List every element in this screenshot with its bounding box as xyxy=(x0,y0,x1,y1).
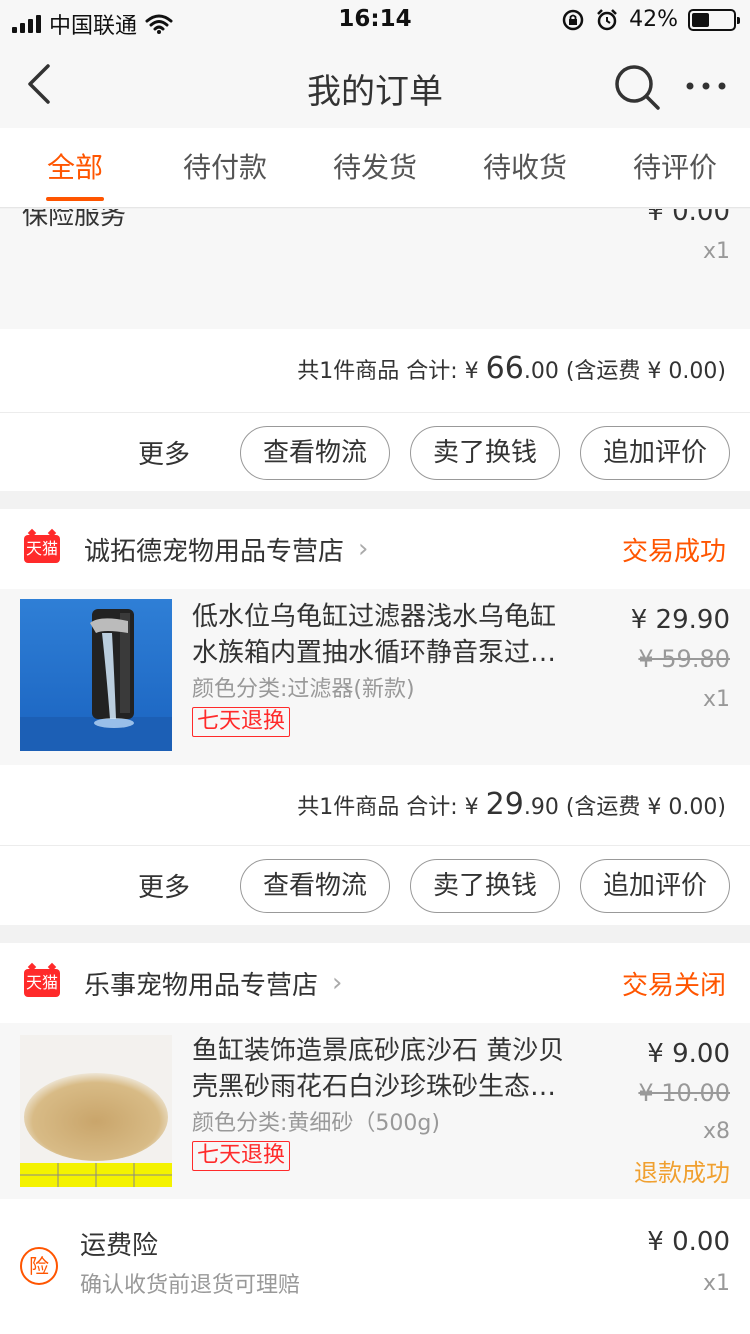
shipping-insurance[interactable]: 险 运费险 确认收货前退货可理赔 ¥ 0.00 x1 xyxy=(0,1199,750,1334)
summary-total-int: 66 xyxy=(485,351,524,386)
chevron-right-icon: › xyxy=(332,968,343,998)
insurance-price: ¥ 0.00 xyxy=(647,1227,730,1257)
order-actions: 更多 查看物流 卖了换钱 追加评价 xyxy=(0,412,750,492)
shop-header[interactable]: 天猫 乐事宠物用品专营店 › 交易关闭 xyxy=(0,943,750,1023)
summary-shipping: (含运费 ¥ 0.00) xyxy=(558,795,726,820)
more-icon[interactable] xyxy=(680,68,732,104)
item-qty: x8 xyxy=(702,1119,730,1144)
sell-button[interactable]: 卖了换钱 xyxy=(409,858,560,913)
summary-total-int: 29 xyxy=(485,787,524,822)
order-tabs: 全部 待付款 待发货 待收货 待评价 xyxy=(0,128,750,208)
chevron-right-icon: › xyxy=(358,534,369,564)
order-card: 天猫 乐事宠物用品专营店 › 交易关闭 鱼缸装饰造景底砂底沙石 黄沙贝壳黑砂雨花… xyxy=(0,943,750,1334)
product-image-filter xyxy=(20,599,172,751)
tmall-icon: 天猫 xyxy=(24,969,60,997)
tmall-icon: 天猫 xyxy=(24,535,60,563)
order-summary: 共1件商品 合计: ¥ 66.00 (含运费 ¥ 0.00) xyxy=(0,329,750,412)
order-status: 交易关闭 xyxy=(621,970,726,1001)
tab-pending-review[interactable]: 待评价 xyxy=(600,128,750,207)
partial-item-price: ¥ 0.00 xyxy=(647,209,730,227)
order-card: 天猫 诚拓德宠物用品专营店 › 交易成功 低水位乌龟缸过滤器浅水乌龟缸水族箱内置… xyxy=(0,509,750,925)
add-review-button[interactable]: 追加评价 xyxy=(579,858,730,913)
more-button[interactable]: 更多 xyxy=(138,434,190,471)
search-icon[interactable] xyxy=(612,62,662,112)
item-original-price: ¥ 59.80 xyxy=(638,645,730,673)
shop-name: 诚拓德宠物用品专营店 xyxy=(84,536,345,567)
sell-button[interactable]: 卖了换钱 xyxy=(409,425,560,480)
seven-day-return-tag: 七天退换 xyxy=(192,707,291,737)
order-card: 共1件商品 合计: ¥ 66.00 (含运费 ¥ 0.00) 更多 查看物流 卖… xyxy=(0,329,750,491)
summary-prefix: 共1件商品 合计: ¥ xyxy=(297,795,486,820)
summary-prefix: 共1件商品 合计: ¥ xyxy=(297,359,486,384)
item-price: ¥ 29.90 xyxy=(630,605,730,635)
order-status: 交易成功 xyxy=(621,536,726,567)
item-original-price: ¥ 10.00 xyxy=(638,1079,730,1107)
partial-item[interactable]: 保险服务 ¥ 0.00 x1 xyxy=(0,209,750,329)
partial-item-name: 保险服务 xyxy=(22,209,127,231)
battery-icon xyxy=(688,8,740,31)
item-title: 低水位乌龟缸过滤器浅水乌龟缸水族箱内置抽水循环静音泵过… xyxy=(192,602,557,668)
shop-header[interactable]: 天猫 诚拓德宠物用品专营店 › 交易成功 xyxy=(0,509,750,589)
item-title: 鱼缸装饰造景底砂底沙石 黄沙贝壳黑砂雨花石白沙珍珠砂生态… xyxy=(192,1036,565,1102)
order-summary: 共1件商品 合计: ¥ 29.90 (含运费 ¥ 0.00) xyxy=(0,765,750,848)
tab-pending-receipt[interactable]: 待收货 xyxy=(450,128,600,207)
insurance-desc: 确认收货前退货可理赔 xyxy=(80,1273,301,1298)
battery-percent: 42% xyxy=(629,7,678,32)
item-spec: 颜色分类:黄细砂（500g) xyxy=(192,1111,440,1136)
insurance-icon: 险 xyxy=(20,1247,58,1285)
item-spec: 颜色分类:过滤器(新款) xyxy=(192,677,415,702)
tab-pending-shipment[interactable]: 待发货 xyxy=(300,128,450,207)
insurance-title: 运费险 xyxy=(80,1231,159,1261)
tab-pending-payment[interactable]: 待付款 xyxy=(150,128,300,207)
rotation-lock-icon xyxy=(562,9,584,30)
seven-day-return-tag: 七天退换 xyxy=(192,1141,291,1171)
order-item[interactable]: 低水位乌龟缸过滤器浅水乌龟缸水族箱内置抽水循环静音泵过… 颜色分类:过滤器(新款… xyxy=(0,589,750,765)
add-review-button[interactable]: 追加评价 xyxy=(579,425,730,480)
shop-name: 乐事宠物用品专营店 xyxy=(84,970,319,1001)
refund-status[interactable]: 退款成功 xyxy=(634,1153,730,1188)
order-actions: 更多 查看物流 卖了换钱 追加评价 xyxy=(0,845,750,925)
alarm-icon xyxy=(597,8,617,30)
partial-item-qty: x1 xyxy=(702,239,730,264)
more-button[interactable]: 更多 xyxy=(138,867,190,904)
item-price: ¥ 9.00 xyxy=(647,1039,730,1069)
insurance-qty: x1 xyxy=(702,1271,730,1296)
product-image-sand xyxy=(20,1035,172,1187)
summary-total-dec: .90 xyxy=(523,795,559,820)
order-item[interactable]: 鱼缸装饰造景底砂底沙石 黄沙贝壳黑砂雨花石白沙珍珠砂生态… 颜色分类:黄细砂（5… xyxy=(0,1023,750,1199)
view-logistics-button[interactable]: 查看物流 xyxy=(239,425,390,480)
status-bar: 中国联通 16:14 42% xyxy=(0,0,750,44)
summary-total-dec: .00 xyxy=(523,359,559,384)
item-qty: x1 xyxy=(702,687,730,712)
nav-bar: 我的订单 xyxy=(0,44,750,128)
summary-shipping: (含运费 ¥ 0.00) xyxy=(558,359,726,384)
tab-all[interactable]: 全部 xyxy=(0,128,150,207)
view-logistics-button[interactable]: 查看物流 xyxy=(239,858,390,913)
